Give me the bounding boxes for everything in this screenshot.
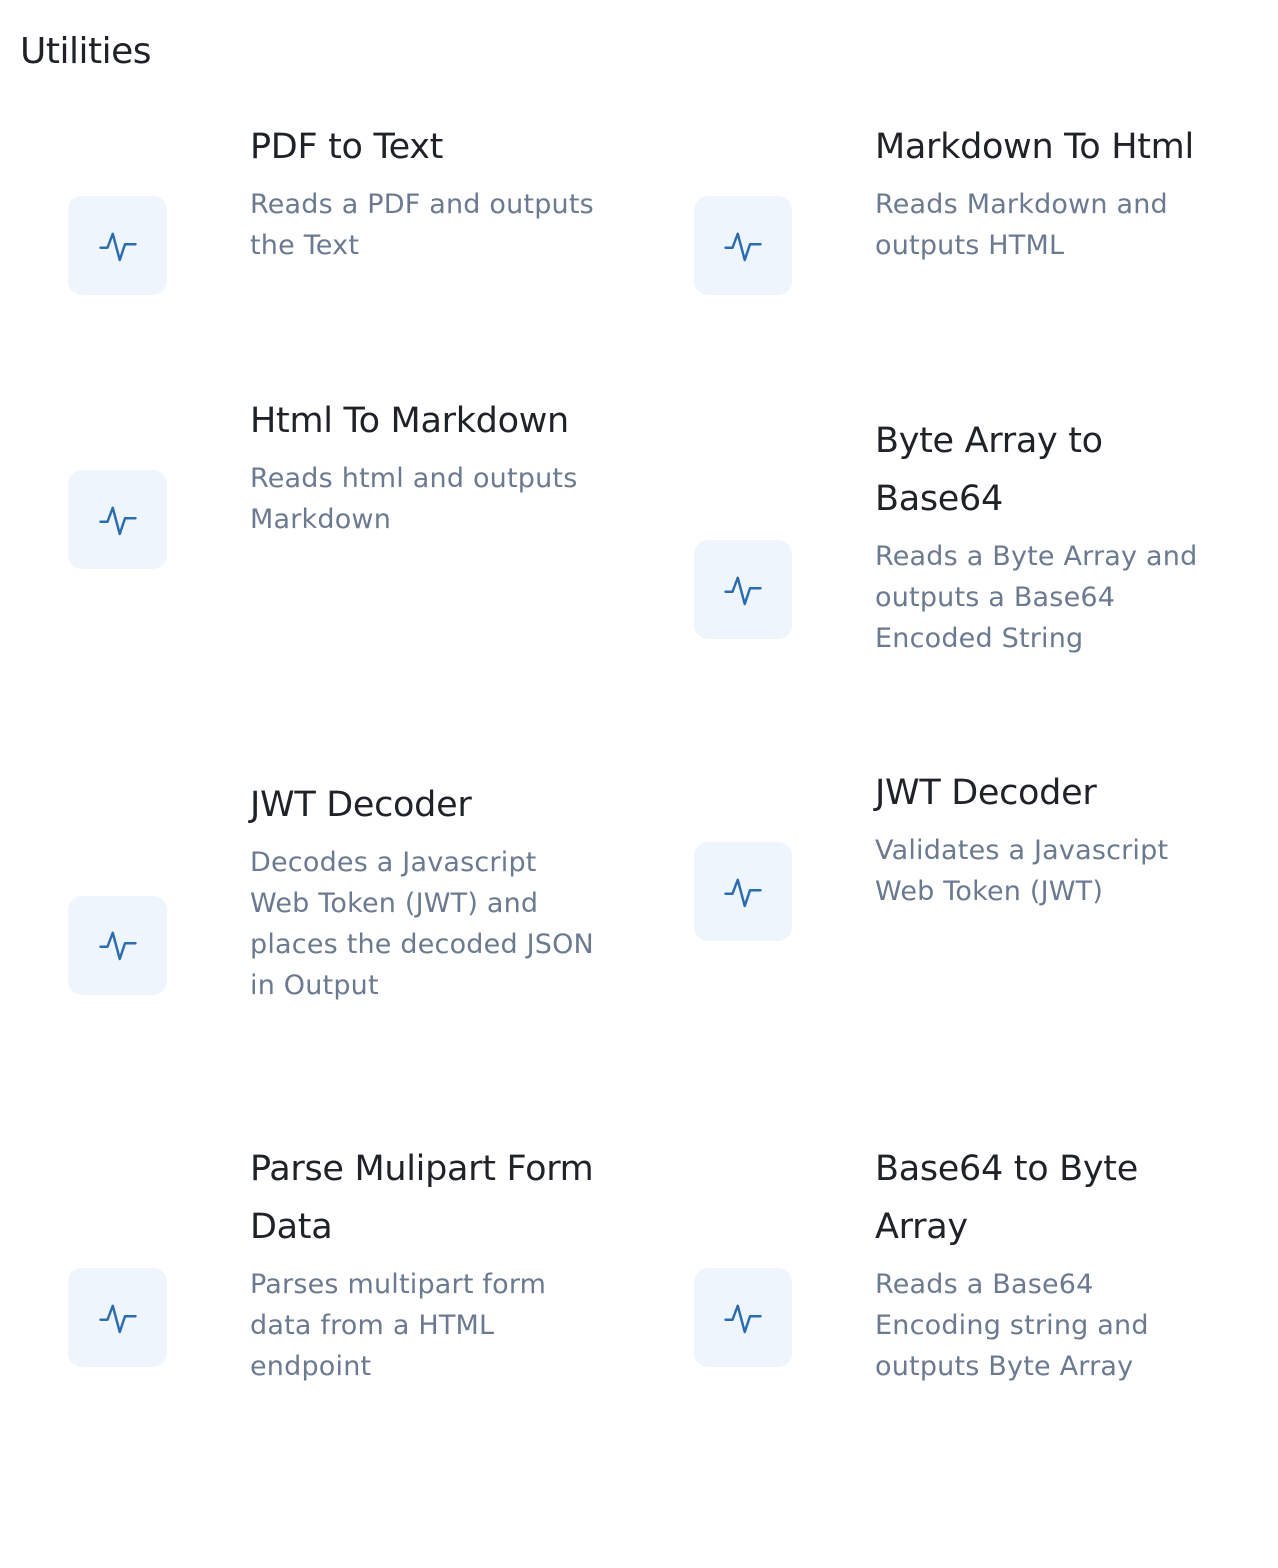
card-description: Validates a Javascript Web Token (JWT) [875,834,1169,907]
section-title: Utilities [20,31,152,72]
card-description: Parses multipart form data from a HTML e… [250,1269,547,1382]
activity-icon [694,196,792,295]
utility-card-pdf-to-text[interactable]: PDF to Text Reads a PDF and outputs the … [68,127,628,295]
utility-card-markdown-to-html[interactable]: Markdown To Html Reads Markdown and outp… [694,127,1254,295]
utility-card-html-to-markdown[interactable]: Html To Markdown Reads html and outputs … [68,401,628,569]
utility-card-byte-array-to-base64[interactable]: Byte Array to Base64 Reads a Byte Array … [694,421,1254,659]
card-description: Reads a Byte Array and outputs a Base64 … [875,541,1198,654]
card-title: JWT Decoder [250,785,472,825]
card-title: Markdown To Html [875,126,1194,167]
activity-icon [694,1268,792,1367]
activity-icon [68,196,167,295]
card-description: Decodes a Javascript Web Token (JWT) and… [250,847,594,1001]
card-description: Reads a Base64 Encoding string and outpu… [875,1269,1149,1382]
card-title: PDF to Text [250,126,444,167]
card-description: Reads Markdown and outputs HTML [875,188,1168,261]
utility-card-base64-to-byte-array[interactable]: Base64 to Byte Array Reads a Base64 Enco… [694,1149,1254,1387]
activity-icon [694,842,792,941]
card-description: Reads a PDF and outputs the Text [250,188,594,261]
utility-card-jwt-decoder[interactable]: JWT Decoder Decodes a Javascript Web Tok… [68,785,628,1006]
card-title: Parse Mulipart Form Data [250,1149,594,1247]
card-description: Reads html and outputs Markdown [250,462,578,535]
activity-icon [694,540,792,639]
utility-card-parse-multipart-form-data[interactable]: Parse Mulipart Form Data Parses multipar… [68,1149,628,1387]
utility-card-jwt-validator[interactable]: JWT Decoder Validates a Javascript Web T… [694,773,1254,941]
activity-icon [68,470,167,569]
card-title: Base64 to Byte Array [875,1149,1138,1247]
activity-icon [68,895,167,995]
card-title: Byte Array to Base64 [875,421,1103,519]
activity-icon [68,1268,167,1367]
card-title: JWT Decoder [875,772,1097,813]
card-title: Html To Markdown [250,400,569,441]
